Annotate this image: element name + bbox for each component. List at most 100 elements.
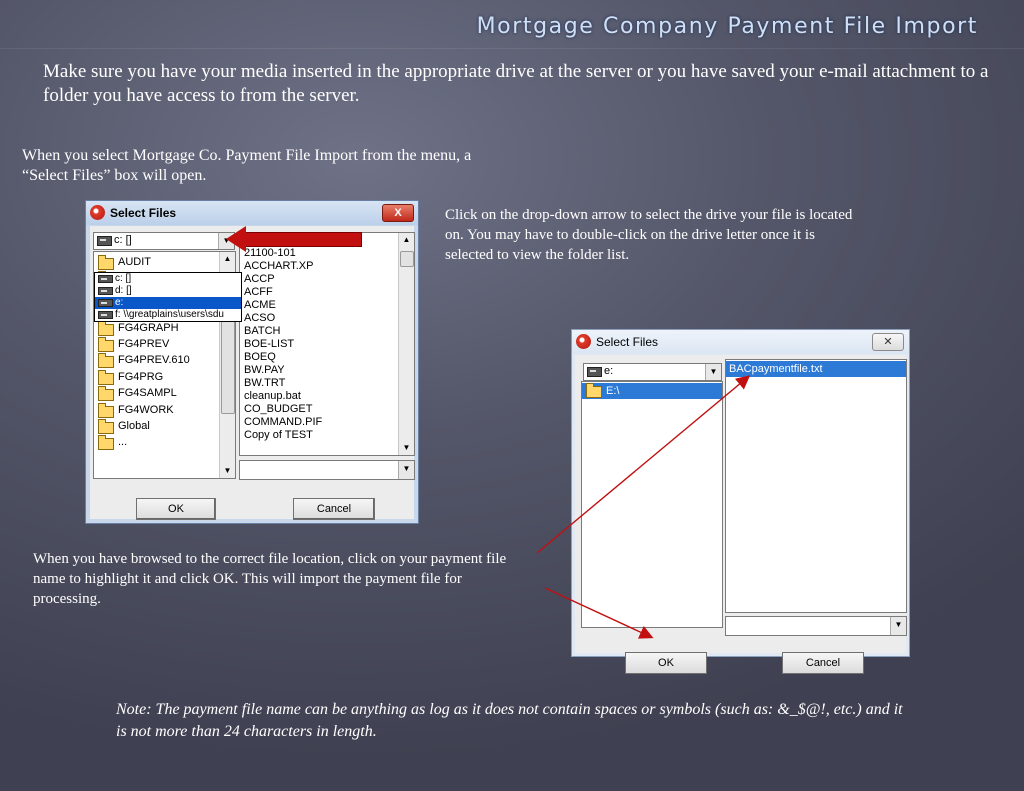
drive-option[interactable]: d: [] — [95, 285, 241, 297]
app-icon — [576, 334, 591, 349]
drive-option[interactable]: c: [] — [95, 273, 241, 285]
ok-button[interactable]: OK — [136, 498, 216, 520]
list-item[interactable]: BW.TRT — [240, 377, 414, 390]
list-item[interactable]: BATCH — [240, 325, 414, 338]
list-item[interactable]: FG4PREV — [94, 336, 235, 352]
dialog2-titlebar: Select Files ✕ — [572, 330, 909, 354]
red-arrowhead-icon — [226, 226, 246, 252]
list-item[interactable]: FG4WORK — [94, 402, 235, 418]
filename-combo[interactable]: ▼ — [239, 460, 415, 480]
folder-icon — [98, 419, 114, 434]
list-item-label: Copy of TEST — [244, 429, 313, 441]
list-item[interactable]: FG4SAMPL — [94, 385, 235, 402]
list-item[interactable]: FG4PREV.610 — [94, 352, 235, 369]
scroll-up-icon[interactable]: ▲ — [220, 252, 235, 266]
list-item[interactable]: Copy of TEST — [240, 429, 414, 442]
list-item[interactable]: E:\ — [582, 383, 722, 399]
file-list[interactable]: BACpaymentfile.txt — [725, 359, 907, 613]
list-item[interactable]: BOEQ — [240, 351, 414, 364]
red-arrow-icon — [245, 232, 362, 247]
dialog2-title: Select Files — [596, 335, 659, 349]
file-list[interactable]: 199421100-101ACCHART.XPACCPACFFACMEACSOB… — [239, 232, 415, 456]
list-item-label: BOE-LIST — [244, 338, 295, 350]
dialog2-close-button[interactable]: ✕ — [872, 333, 904, 351]
list-item-label: BW.PAY — [244, 364, 285, 376]
dialog1-close-button[interactable]: X — [382, 204, 414, 222]
file-list-scrollbar[interactable]: ▲ ▼ — [398, 233, 414, 455]
folder-icon — [98, 353, 114, 369]
list-item-label: Global — [118, 420, 150, 432]
intro-text: Make sure you have your media inserted i… — [43, 61, 989, 106]
scroll-thumb[interactable] — [400, 251, 414, 267]
drive-icon — [98, 311, 113, 319]
list-item-label: FG4SAMPL — [118, 387, 177, 400]
folder-icon — [98, 255, 114, 270]
list-item[interactable]: ... — [94, 434, 235, 451]
drive-option-label: c: [] — [115, 273, 132, 284]
drive-option-label: e: — [115, 297, 124, 308]
list-item-label: ACSO — [244, 312, 276, 324]
list-item-label: ACCP — [244, 273, 275, 285]
list-item[interactable]: cleanup.bat — [240, 390, 414, 403]
list-item[interactable]: Global — [94, 418, 235, 434]
drive-option[interactable]: e: — [95, 297, 241, 309]
drive-icon — [587, 367, 602, 377]
list-item[interactable]: ACME — [240, 299, 414, 312]
drive-combo[interactable]: c: [] ▼ — [93, 232, 235, 250]
drive-option-label: f: \\greatplains\users\sdu — [115, 309, 224, 320]
drive-combo-value: e: — [604, 365, 614, 377]
list-item-label: CO_BUDGET — [244, 403, 313, 415]
list-item[interactable]: COMMAND.PIF — [240, 416, 414, 429]
drive-option-label: d: [] — [115, 285, 132, 296]
list-item[interactable]: FG4PRG — [94, 369, 235, 385]
open-folder-icon — [586, 383, 602, 398]
dialog2-client: e: ▼ E:\ BACpaymentfile.txt ▼ OK Cancel — [575, 355, 907, 674]
list-item-label: COMMAND.PIF — [244, 416, 323, 428]
cancel-button[interactable]: Cancel — [782, 652, 864, 674]
list-item[interactable]: 21100-101 — [240, 247, 414, 260]
drive-option[interactable]: f: \\greatplains\users\sdu — [95, 309, 241, 321]
list-item[interactable]: CO_BUDGET — [240, 403, 414, 416]
list-item-label: cleanup.bat — [244, 390, 301, 402]
list-item[interactable]: AUDIT — [94, 254, 235, 270]
list-item-label: BATCH — [244, 325, 281, 337]
list-item-label: 21100-101 — [244, 247, 296, 259]
scroll-down-icon[interactable]: ▼ — [399, 441, 414, 455]
folder-icon — [98, 435, 114, 451]
slide-title: Mortgage Company Payment File Import — [476, 14, 978, 39]
filename-combo[interactable]: ▼ — [725, 616, 907, 636]
chevron-down-icon[interactable]: ▼ — [890, 617, 906, 635]
note-text: Note: The payment file name can be anyth… — [116, 701, 903, 740]
drive-icon — [97, 236, 112, 246]
scroll-down-icon[interactable]: ▼ — [220, 464, 235, 478]
list-item-label: ACFF — [244, 286, 273, 298]
list-item-label: ACCHART.XP — [244, 260, 314, 272]
chevron-down-icon[interactable]: ▼ — [705, 364, 721, 380]
scroll-thumb[interactable] — [221, 312, 235, 414]
dialog1-title: Select Files — [110, 206, 177, 220]
list-item[interactable]: BOE-LIST — [240, 338, 414, 351]
list-item[interactable]: ACFF — [240, 286, 414, 299]
folder-icon — [98, 320, 114, 336]
list-item[interactable]: ACSO — [240, 312, 414, 325]
drive-dropdown-list[interactable]: c: [] d: [] e: f: \\greatplains\users\sdu — [94, 272, 242, 322]
list-item[interactable]: ACCP — [240, 273, 414, 286]
folder-icon — [98, 402, 114, 418]
select-files-dialog-1: Select Files X c: [] ▼ AUDITEXECFG4AXFG4… — [85, 200, 419, 524]
list-item-label: ... — [118, 436, 128, 449]
folder-icon — [98, 337, 114, 352]
list-item[interactable]: BW.PAY — [240, 364, 414, 377]
scroll-up-icon[interactable]: ▲ — [399, 233, 414, 247]
step2-text: Click on the drop-down arrow to select t… — [445, 207, 853, 263]
list-item[interactable]: ACCHART.XP — [240, 260, 414, 273]
list-item-label: BW.TRT — [244, 377, 286, 389]
folder-list[interactable]: E:\ — [581, 381, 723, 628]
dialog1-titlebar: Select Files X — [86, 201, 418, 225]
drive-combo[interactable]: e: ▼ — [583, 363, 722, 381]
ok-button[interactable]: OK — [625, 652, 707, 674]
dialog1-client: c: [] ▼ AUDITEXECFG4AXFG4BINFG4GRAPHFG4P… — [90, 226, 415, 520]
list-item[interactable]: BACpaymentfile.txt — [726, 361, 906, 377]
chevron-down-icon[interactable]: ▼ — [398, 461, 414, 479]
list-item-label: ACME — [244, 299, 276, 311]
cancel-button[interactable]: Cancel — [293, 498, 375, 520]
